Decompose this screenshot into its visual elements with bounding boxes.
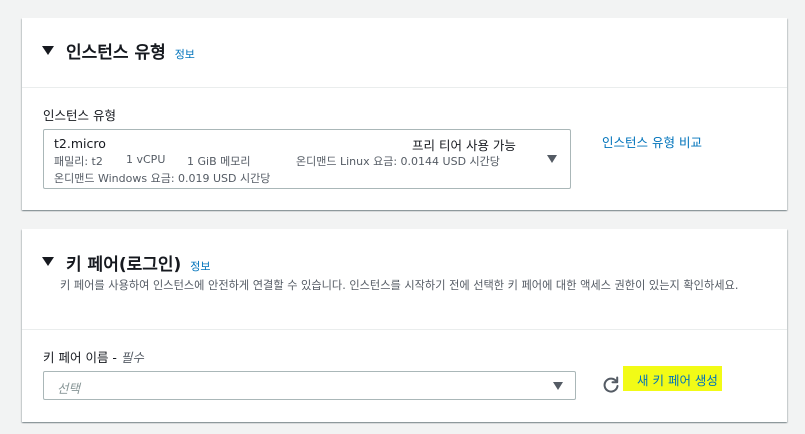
instance-type-title-text: 인스턴스 유형: [66, 43, 166, 63]
windows-price: 온디맨드 Windows 요금: 0.019 USD 시간당: [54, 172, 271, 185]
free-tier-label: 프리 티어 사용 가능: [412, 138, 516, 153]
instance-type-info-link[interactable]: 정보: [175, 48, 195, 61]
key-pair-title: 키 페어(로그인) 정보: [66, 250, 210, 275]
compare-instance-types-link[interactable]: 인스턴스 유형 비교: [602, 132, 702, 151]
key-pair-select-placeholder: 선택: [57, 381, 81, 396]
instance-type-select[interactable]: t2.micro 프리 티어 사용 가능 패밀리: t2 1 vCPU 1 Gi…: [43, 129, 571, 189]
key-pair-select[interactable]: 선택: [43, 371, 576, 400]
required-indicator: 필수: [120, 350, 144, 365]
key-pair-field-label: 키 페어 이름 - 필수: [43, 347, 144, 366]
key-pair-panel: 키 페어(로그인) 정보 키 페어를 사용하여 인스턴스에 안전하게 연결할 수…: [22, 229, 787, 422]
key-pair-field-label-text: 키 페어 이름 -: [43, 350, 117, 365]
instance-type-field-label: 인스턴스 유형: [43, 108, 116, 123]
instance-type-title: 인스턴스 유형 정보: [66, 38, 195, 63]
key-pair-description: 키 페어를 사용하여 인스턴스에 안전하게 연결할 수 있습니다. 인스턴스를 …: [60, 279, 739, 292]
collapse-caret-icon[interactable]: [42, 257, 54, 266]
linux-price: 온디맨드 Linux 요금: 0.0144 USD 시간당: [296, 155, 500, 168]
instance-memory: 1 GiB 메모리: [187, 155, 251, 168]
instance-type-panel: 인스턴스 유형 정보 인스턴스 유형 t2.micro 프리 티어 사용 가능 …: [22, 18, 787, 210]
collapse-caret-icon[interactable]: [42, 46, 54, 55]
refresh-icon[interactable]: [600, 374, 622, 396]
key-pair-info-link[interactable]: 정보: [190, 260, 210, 273]
chevron-down-icon: [553, 382, 563, 390]
key-pair-header[interactable]: 키 페어(로그인) 정보 키 페어를 사용하여 인스턴스에 안전하게 연결할 수…: [22, 229, 787, 330]
instance-type-name: t2.micro: [54, 136, 106, 151]
create-key-pair-link[interactable]: 새 키 페어 생성: [623, 366, 722, 391]
instance-family: 패밀리: t2: [54, 155, 103, 168]
instance-vcpu: 1 vCPU: [126, 153, 166, 166]
key-pair-title-text: 키 페어(로그인): [66, 255, 182, 275]
chevron-down-icon: [547, 155, 557, 163]
instance-type-header[interactable]: 인스턴스 유형 정보: [22, 18, 787, 88]
